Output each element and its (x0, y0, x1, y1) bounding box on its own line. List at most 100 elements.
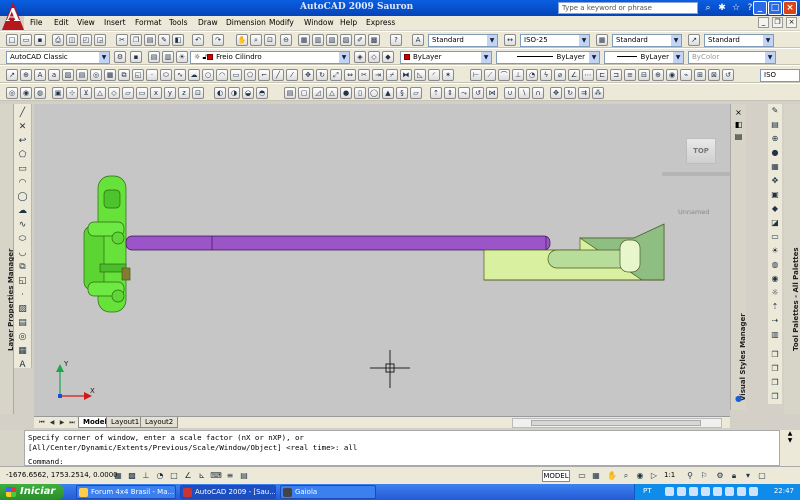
ucs-3point-icon[interactable]: △ (94, 87, 106, 99)
menu-window[interactable]: Window (304, 18, 334, 27)
sphere-render-icon[interactable]: ● (769, 148, 781, 160)
zoom-previous-icon[interactable]: ⊖ (280, 34, 292, 46)
spline-icon[interactable]: ∿ (174, 69, 186, 81)
ucs-world-icon[interactable]: ◉ (20, 87, 32, 99)
planar-surface-icon[interactable]: ▱ (410, 87, 422, 99)
last-tab-icon[interactable]: ⏭ (68, 419, 76, 427)
line-tool-icon[interactable]: ╱ (17, 108, 28, 119)
polyline-icon[interactable]: ⌐ (258, 69, 270, 81)
maximize-button[interactable]: □ (768, 1, 782, 15)
prev-tab-icon[interactable]: ◀ (48, 419, 56, 427)
quick-dim-icon[interactable]: ⋯ (582, 69, 594, 81)
rectangle-tool-icon[interactable]: ▭ (17, 164, 28, 175)
lineweight-select[interactable]: ByLayer ▼ (604, 51, 684, 64)
layer-state-icon[interactable]: ▥ (162, 51, 174, 63)
text-style-icon[interactable]: A (412, 34, 424, 46)
shape-icon[interactable]: ◆ (769, 204, 781, 216)
arc-icon[interactable]: ◠ (216, 69, 228, 81)
hatch-icon[interactable]: ▨ (62, 69, 74, 81)
stack-3-icon[interactable]: ❐ (769, 378, 781, 390)
revcloud-tool-icon[interactable]: ☁ (17, 206, 28, 217)
ucs-previous-icon[interactable]: ◍ (34, 87, 46, 99)
stack-1-icon[interactable]: ❐ (769, 350, 781, 362)
ellipse-arc-tool-icon[interactable]: ◡ (17, 248, 28, 259)
conceptual-icon[interactable]: ◒ (242, 87, 254, 99)
ucs-apply-icon[interactable]: ⊡ (192, 87, 204, 99)
make-block-tool-icon[interactable]: ◱ (17, 276, 28, 287)
aligned-dim-icon[interactable]: ⟋ (484, 69, 496, 81)
dim-style-icon[interactable]: ↔ (504, 34, 516, 46)
angular-icon[interactable]: ∠ (568, 69, 580, 81)
paste-icon[interactable]: ▤ (144, 34, 156, 46)
palette-info-icon[interactable]: ● (733, 394, 744, 404)
steering-wheel-icon[interactable]: ◉ (634, 470, 646, 482)
region-tool-icon[interactable]: ◎ (17, 332, 28, 343)
fillet-icon[interactable]: ◜ (428, 69, 440, 81)
polygon-icon[interactable]: ⬠ (244, 69, 256, 81)
diameter-icon[interactable]: ⌀ (554, 69, 566, 81)
redo-icon[interactable]: ↷ (212, 34, 224, 46)
menu-edit[interactable]: Edit (54, 18, 69, 27)
radius-icon[interactable]: ◔ (526, 69, 538, 81)
table-icon[interactable]: ▦ (104, 69, 116, 81)
status-menu-icon[interactable]: ▾ (742, 470, 754, 482)
menu-format[interactable]: Format (135, 18, 161, 27)
region-icon[interactable]: ◎ (90, 69, 102, 81)
next-tab-icon[interactable]: ▶ (58, 419, 66, 427)
xline-icon[interactable]: ╱ (272, 69, 284, 81)
presspull-icon[interactable]: ⇕ (444, 87, 456, 99)
auto-scale-icon[interactable]: ⚐ (698, 470, 710, 482)
polysolid-icon[interactable]: ▤ (284, 87, 296, 99)
tolerance-icon[interactable]: ⊕ (20, 69, 32, 81)
snap-mode-icon[interactable]: ▦ (112, 470, 124, 482)
clock[interactable]: 22:47 (774, 487, 794, 495)
break-icon[interactable]: ⌿ (386, 69, 398, 81)
object-snap-icon[interactable]: □ (168, 470, 180, 482)
jogged-linear-icon[interactable]: ⌁ (680, 69, 692, 81)
box-icon[interactable]: ▢ (298, 87, 310, 99)
intersect-icon[interactable]: ∩ (532, 87, 544, 99)
clean-screen-icon[interactable]: ▢ (756, 470, 768, 482)
mtext-tool-icon[interactable]: A (17, 360, 28, 371)
lineweight-icon[interactable]: ≡ (224, 470, 236, 482)
linetype-select[interactable]: ByLayer ▼ (496, 51, 600, 64)
stack-4-icon[interactable]: ❐ (769, 392, 781, 404)
undo-icon[interactable]: ↶ (192, 34, 204, 46)
explode-icon[interactable]: ✶ (442, 69, 454, 81)
annotation-scale[interactable]: 1:1 (664, 471, 675, 479)
material-icon[interactable]: ◍ (769, 260, 781, 272)
rotate-icon[interactable]: ↻ (316, 69, 328, 81)
mtext-icon[interactable]: a (48, 69, 60, 81)
tray-icon[interactable] (749, 487, 758, 496)
zoom-status-icon[interactable]: ⌕ (620, 470, 632, 482)
dim-break-icon[interactable]: ⊟ (638, 69, 650, 81)
visual-styles-palette[interactable]: × ◧ ▤ Visual Styles Manager ● (730, 104, 747, 410)
extrude-icon[interactable]: ⇡ (430, 87, 442, 99)
fly-icon[interactable]: ⇢ (769, 316, 781, 328)
qleader-icon[interactable]: ↗ (6, 69, 18, 81)
hatch-tool-icon[interactable]: ▨ (17, 304, 28, 315)
ellipse-icon[interactable]: ⬭ (160, 69, 172, 81)
ellipse-tool-icon[interactable]: ⬭ (17, 234, 28, 245)
3d-rotate-icon[interactable]: ↻ (564, 87, 576, 99)
tray-icon[interactable] (713, 487, 722, 496)
light-icon[interactable]: ☀ (769, 246, 781, 258)
center-mark-icon[interactable]: ⊕ (652, 69, 664, 81)
sweep-icon[interactable]: ⤳ (458, 87, 470, 99)
green-brake-part[interactable] (83, 175, 131, 313)
named-ucs-icon[interactable]: ▣ (52, 87, 64, 99)
publish-icon[interactable]: ◰ (80, 34, 92, 46)
circle-icon[interactable]: ○ (202, 69, 214, 81)
spline-tool-icon[interactable]: ∿ (17, 220, 28, 231)
ucs-origin-icon[interactable]: ⊹ (66, 87, 78, 99)
taskbar-item-forum[interactable]: Forum 4x4 Brasil - Ma... (76, 485, 176, 499)
line-icon[interactable]: ⁄ (286, 69, 298, 81)
dynamic-ucs-icon[interactable]: ⊾ (196, 470, 208, 482)
pyramid-icon[interactable]: ▲ (382, 87, 394, 99)
polyline-tool-icon[interactable]: ↩ (17, 136, 28, 147)
model-space-toggle[interactable]: MODEL (542, 470, 570, 482)
menu-tools[interactable]: Tools (169, 18, 187, 27)
move-icon[interactable]: ✥ (302, 69, 314, 81)
3d-dwf-icon[interactable]: ◲ (94, 34, 106, 46)
dimtedit-icon[interactable]: ⊠ (708, 69, 720, 81)
